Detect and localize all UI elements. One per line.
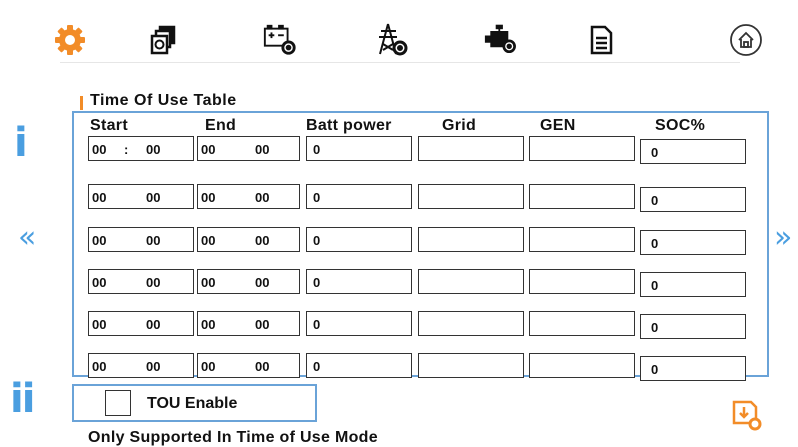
soc-field[interactable]: 0: [640, 139, 746, 164]
grid-field[interactable]: [418, 269, 524, 294]
header-grid: Grid: [442, 117, 477, 134]
header-start: Start: [90, 117, 128, 134]
end-minute-value: 00: [255, 359, 270, 374]
end-time-field[interactable]: 00 00: [197, 184, 300, 209]
batt-power-field[interactable]: 0: [306, 353, 412, 378]
soc-value: 0: [651, 278, 659, 293]
end-hour-value: 00: [201, 359, 216, 374]
start-time-field[interactable]: 00 00: [88, 311, 194, 336]
header-batt-power: Batt power: [306, 117, 392, 134]
save-gear-icon[interactable]: [728, 396, 764, 432]
batt-power-field[interactable]: 0: [306, 136, 412, 161]
batt-value: 0: [313, 317, 321, 332]
next-page-arrow[interactable]: »: [774, 220, 792, 255]
batt-value: 0: [313, 190, 321, 205]
gen-field[interactable]: [529, 269, 635, 294]
end-hour-value: 00: [201, 317, 216, 332]
batt-power-field[interactable]: 0: [306, 184, 412, 209]
end-time-field[interactable]: 00 00: [197, 311, 300, 336]
gen-field[interactable]: [529, 227, 635, 252]
header-end: End: [205, 117, 237, 134]
tou-enable-label: TOU Enable: [147, 395, 238, 412]
start-minute-value: 00: [146, 190, 161, 205]
gear-icon[interactable]: [52, 22, 88, 58]
tou-enable-checkbox[interactable]: [105, 390, 131, 416]
toolbar-divider: [60, 62, 740, 63]
start-minute-value: 00: [146, 275, 161, 290]
end-minute-value: 00: [255, 142, 270, 157]
header-soc: SOC%: [655, 117, 706, 134]
end-time-field[interactable]: 00 00: [197, 269, 300, 294]
soc-value: 0: [651, 320, 659, 335]
start-hour-value: 00: [92, 275, 107, 290]
gen-field[interactable]: [529, 311, 635, 336]
soc-field[interactable]: 0: [640, 356, 746, 381]
start-hour-value: 00: [92, 142, 107, 157]
start-time-field[interactable]: 00: 00: [88, 136, 194, 161]
generator-gear-icon[interactable]: [484, 22, 520, 58]
tou-mode-note: Only Supported In Time of Use Mode: [88, 429, 378, 446]
copy-pages-icon[interactable]: [145, 22, 181, 58]
end-time-field[interactable]: 00 00: [197, 227, 300, 252]
time-separator: :: [124, 142, 129, 157]
end-time-field[interactable]: 00 00: [197, 353, 300, 378]
end-minute-value: 00: [255, 317, 270, 332]
soc-field[interactable]: 0: [640, 272, 746, 297]
batt-power-field[interactable]: 0: [306, 227, 412, 252]
prev-page-arrow[interactable]: «: [18, 220, 36, 255]
start-hour-value: 00: [92, 190, 107, 205]
section-marker-ii: ii: [10, 376, 35, 422]
end-minute-value: 00: [255, 233, 270, 248]
soc-value: 0: [651, 236, 659, 251]
grid-field[interactable]: [418, 311, 524, 336]
batt-value: 0: [313, 359, 321, 374]
start-time-field[interactable]: 00 00: [88, 353, 194, 378]
page-title: Time Of Use Table: [90, 92, 237, 109]
soc-value: 0: [651, 362, 659, 377]
start-hour-value: 00: [92, 233, 107, 248]
grid-tower-gear-icon[interactable]: [374, 22, 410, 58]
start-time-field[interactable]: 00 00: [88, 184, 194, 209]
end-hour-value: 00: [201, 275, 216, 290]
grid-field[interactable]: [418, 353, 524, 378]
soc-value: 0: [651, 193, 659, 208]
gen-field[interactable]: [529, 353, 635, 378]
batt-power-field[interactable]: 0: [306, 311, 412, 336]
title-accent-bar: [80, 96, 83, 110]
start-time-field[interactable]: 00 00: [88, 269, 194, 294]
soc-field[interactable]: 0: [640, 314, 746, 339]
section-marker-i: i: [14, 120, 28, 166]
start-time-field[interactable]: 00 00: [88, 227, 194, 252]
end-hour-value: 00: [201, 190, 216, 205]
grid-field[interactable]: [418, 227, 524, 252]
batt-value: 0: [313, 233, 321, 248]
document-icon[interactable]: [583, 22, 619, 58]
start-hour-value: 00: [92, 317, 107, 332]
start-hour-value: 00: [92, 359, 107, 374]
soc-field[interactable]: 0: [640, 230, 746, 255]
home-icon[interactable]: [728, 22, 764, 58]
soc-field[interactable]: 0: [640, 187, 746, 212]
end-hour-value: 00: [201, 233, 216, 248]
batt-power-field[interactable]: 0: [306, 269, 412, 294]
battery-gear-icon[interactable]: [262, 22, 298, 58]
end-hour-value: 00: [201, 142, 216, 157]
start-minute-value: 00: [146, 359, 161, 374]
end-minute-value: 00: [255, 275, 270, 290]
start-minute-value: 00: [146, 317, 161, 332]
grid-field[interactable]: [418, 184, 524, 209]
batt-value: 0: [313, 275, 321, 290]
batt-value: 0: [313, 142, 321, 157]
end-time-field[interactable]: 00 00: [197, 136, 300, 161]
end-minute-value: 00: [255, 190, 270, 205]
start-minute-value: 00: [146, 233, 161, 248]
header-gen: GEN: [540, 117, 576, 134]
gen-field[interactable]: [529, 184, 635, 209]
start-minute-value: 00: [146, 142, 161, 157]
grid-field[interactable]: [418, 136, 524, 161]
soc-value: 0: [651, 145, 659, 160]
gen-field[interactable]: [529, 136, 635, 161]
